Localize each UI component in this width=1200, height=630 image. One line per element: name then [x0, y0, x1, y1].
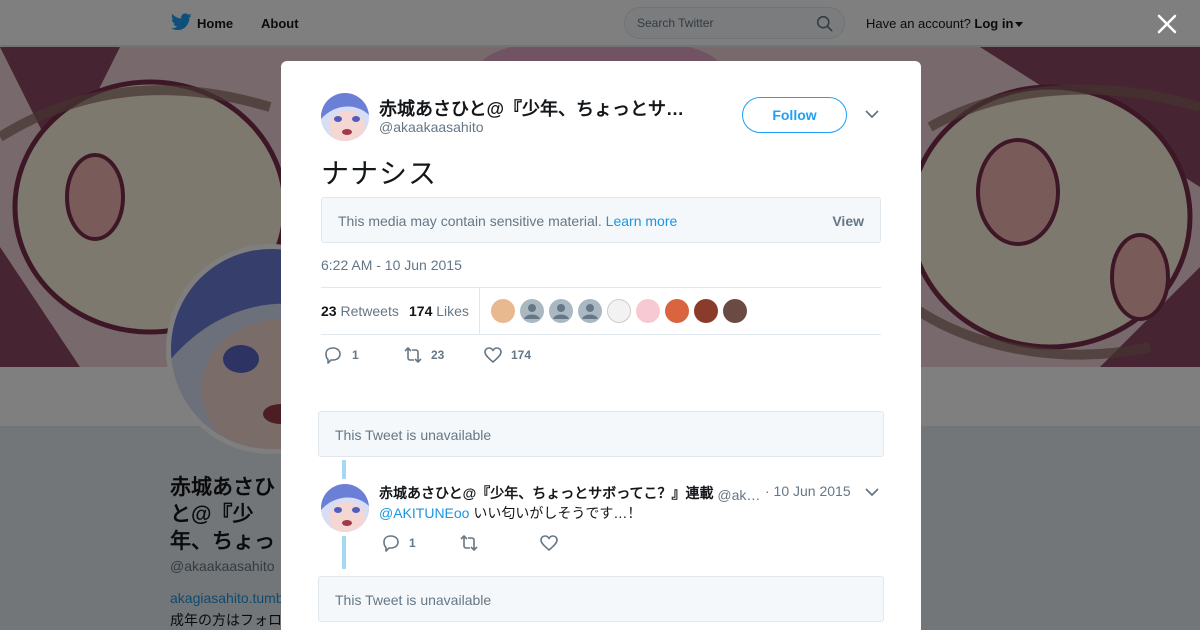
liker-avatar[interactable] — [665, 299, 689, 323]
tweet-author-name[interactable]: 赤城あさひと@『少年、ちょっとサボってこ？』連載 — [379, 95, 691, 121]
learn-more-link[interactable]: Learn more — [606, 213, 678, 229]
liker-avatar[interactable] — [607, 299, 631, 323]
liker-avatar[interactable] — [723, 299, 747, 323]
retweet-count: 23 — [431, 348, 445, 362]
default-avatar-icon — [582, 304, 598, 319]
reply-body: いい匂いがしそうです…！ — [469, 505, 642, 521]
sensitive-text: This media may contain sensitive materia… — [338, 213, 677, 229]
retweet-button[interactable]: 23 — [403, 345, 463, 365]
reply-avatar-image — [321, 484, 369, 532]
tweet-author-avatar[interactable] — [321, 93, 369, 141]
tweet-author-handle[interactable]: @akaakaasahito — [379, 119, 484, 135]
liker-avatar[interactable] — [578, 299, 602, 323]
default-avatar-icon — [553, 304, 569, 319]
reply-author-name[interactable]: 赤城あさひと@『少年、ちょっとサボってこ？』連載 — [379, 485, 714, 501]
tweet-modal: 赤城あさひと@『少年、ちょっとサボってこ？』連載 @akaakaasahito … — [281, 61, 921, 630]
sensitive-label: This media may contain sensitive materia… — [338, 213, 602, 229]
like-icon — [484, 347, 502, 363]
author-avatar-image — [321, 93, 369, 141]
liker-avatar[interactable] — [549, 299, 573, 323]
tweet-stats: 23 Retweets 174 Likes — [321, 287, 881, 335]
retweets-stat[interactable]: 23 Retweets — [321, 303, 399, 319]
reply-author-avatar[interactable] — [321, 484, 369, 532]
thread-line — [342, 536, 346, 569]
reply-reply-button[interactable]: 1 — [381, 533, 421, 553]
liker-avatar[interactable] — [491, 299, 515, 323]
like-count: 174 — [511, 348, 532, 362]
default-avatar-icon — [524, 304, 540, 319]
reply-actions: 1 — [381, 533, 681, 553]
likes-count: 174 — [409, 303, 433, 319]
retweet-icon — [460, 534, 478, 552]
liker-avatar[interactable] — [694, 299, 718, 323]
reply-text: @AKITUNEoo いい匂いがしそうです…！ — [379, 503, 641, 523]
reply-button[interactable]: 1 — [323, 345, 373, 365]
reply-count: 1 — [352, 348, 359, 362]
unavailable-tweet: This Tweet is unavailable — [318, 411, 884, 457]
likes-stat[interactable]: 174 Likes — [409, 303, 469, 319]
liker-avatar[interactable] — [520, 299, 544, 323]
sensitive-media-notice: This media may contain sensitive materia… — [321, 197, 881, 243]
retweets-label: Retweets — [340, 303, 399, 319]
reply-icon — [325, 347, 341, 364]
unavailable-text: This Tweet is unavailable — [335, 592, 492, 608]
close-icon[interactable] — [1156, 13, 1178, 35]
tweet-text: ナナシス — [321, 158, 438, 189]
unavailable-text: This Tweet is unavailable — [335, 427, 492, 443]
reply-retweet-button[interactable] — [459, 533, 483, 553]
chevron-down-icon[interactable] — [865, 487, 879, 497]
thread-line — [342, 460, 346, 479]
reply-author-handle[interactable]: @akaakaasahito — [717, 487, 761, 503]
follow-button[interactable]: Follow — [742, 97, 847, 133]
liker-avatar[interactable] — [636, 299, 660, 323]
reply-date[interactable]: · 10 Jun 2015 — [765, 483, 851, 499]
like-icon — [540, 535, 558, 551]
view-media-button[interactable]: View — [832, 213, 864, 229]
stats-divider — [479, 288, 480, 334]
likes-label: Likes — [436, 303, 469, 319]
reply-mention-link[interactable]: @AKITUNEoo — [379, 505, 469, 521]
tweet-actions: 1 23 174 — [321, 345, 881, 367]
reply-like-button[interactable] — [539, 533, 563, 553]
unavailable-tweet: This Tweet is unavailable — [318, 576, 884, 622]
tweet-timestamp[interactable]: 6:22 AM - 10 Jun 2015 — [321, 257, 462, 273]
retweet-icon — [404, 346, 422, 364]
like-button[interactable]: 174 — [483, 345, 543, 365]
chevron-down-icon[interactable] — [865, 109, 879, 119]
reply-icon — [383, 535, 399, 552]
retweets-count: 23 — [321, 303, 337, 319]
reply-reply-count: 1 — [409, 536, 416, 550]
